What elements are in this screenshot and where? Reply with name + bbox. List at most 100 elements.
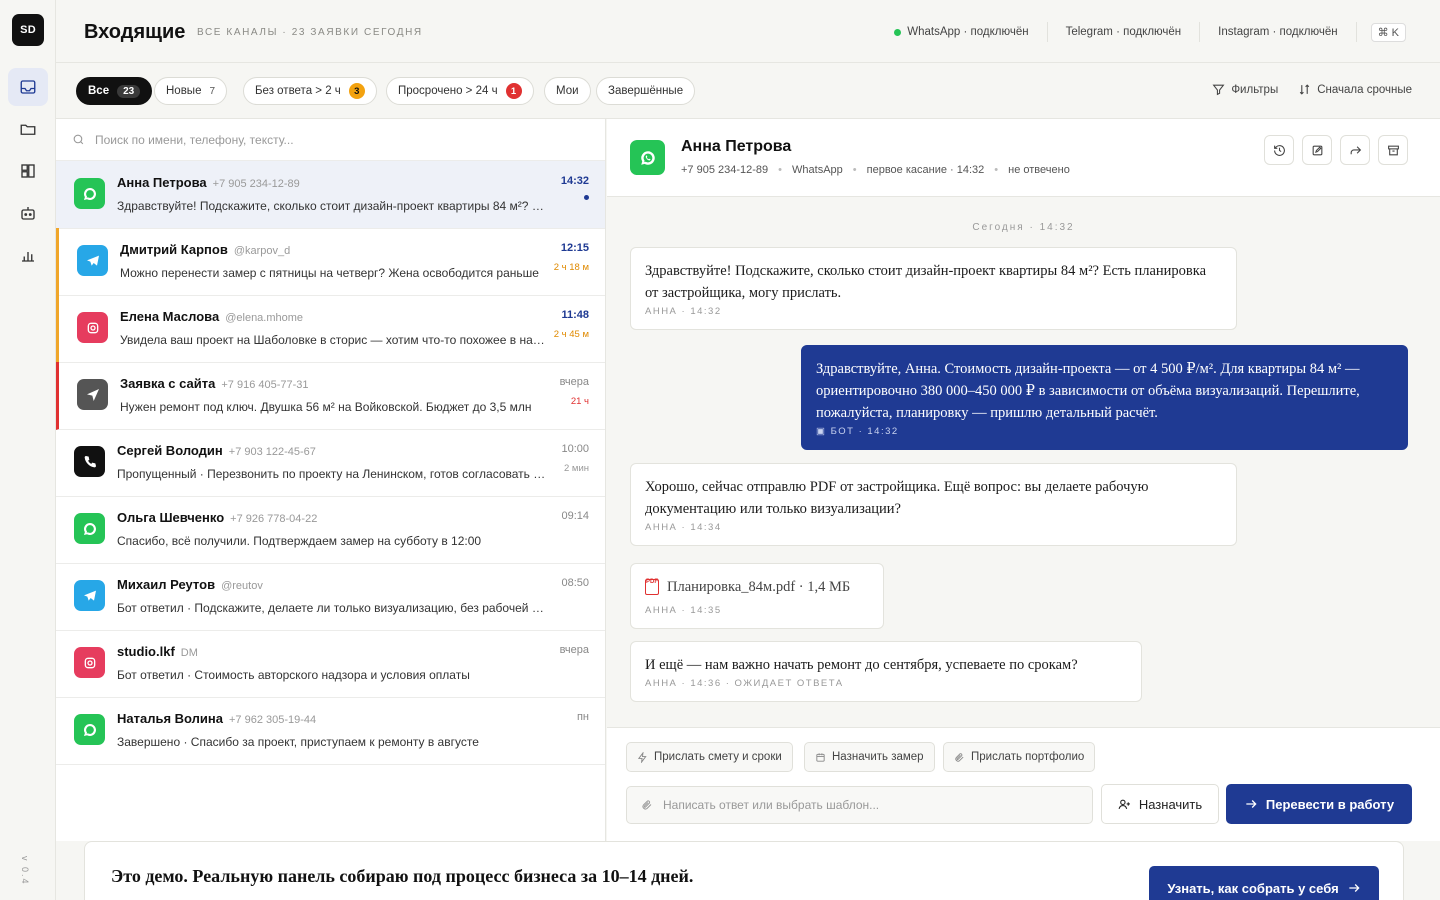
file-attachment[interactable]: PDF Планировка_84м.pdf · 1,4 МБ (645, 576, 869, 598)
demo-banner: Это демо. Реальную панель собираю под пр… (84, 841, 1404, 900)
template-portfolio-button[interactable]: Прислать портфолио (943, 742, 1096, 772)
note-button[interactable] (1302, 135, 1332, 165)
message-preview: Увидела ваш проект на Шаболовке в сторис… (120, 333, 552, 347)
message-time: 11:48 (561, 309, 589, 321)
instagram-icon (85, 320, 101, 336)
contact-name-line: Елена Маслова @elena.mhome (120, 309, 303, 324)
contact-name: Ольга Шевченко (117, 510, 225, 525)
reply-placeholder: Написать ответ или выбрать шаблон... (663, 798, 880, 812)
filter-unanswered[interactable]: Без ответа > 2 ч 3 (243, 77, 377, 105)
assign-label: Назначить (1138, 796, 1203, 812)
online-dot-icon (894, 28, 902, 36)
filter-all[interactable]: Все 23 (76, 77, 153, 105)
separator: • (778, 164, 783, 176)
channel-avatar (74, 446, 105, 477)
channel-avatar (74, 714, 105, 745)
chart-icon (22, 252, 34, 262)
incoming-message: И ещё — нам важно начать ремонт до сентя… (630, 641, 1142, 702)
message-time: 14:32 (560, 175, 589, 187)
message-time: 09:14 (561, 510, 589, 522)
filter-completed[interactable]: Завершённые (596, 77, 696, 105)
message-meta-text: Бот · 14:32 (830, 426, 899, 437)
inbox-nav-button[interactable] (8, 68, 48, 106)
contact-name: Михаил Реутов (117, 577, 216, 592)
conversation-row[interactable]: Заявка с сайта +7 916 405-77-31 Нужен ремо… (56, 362, 605, 430)
message-preview: Бот ответил · Подскажите, делаете ли тол… (117, 601, 549, 615)
incoming-message: Хорошо, сейчас отправлю PDF от застройщи… (630, 463, 1237, 546)
message-text: Здравствуйте, Анна. Стоимость дизайн-про… (816, 361, 1360, 421)
history-button[interactable] (1264, 135, 1294, 165)
message-time: вчера (559, 376, 589, 388)
message-meta: Анна · 14:32 (645, 306, 722, 317)
template-estimate-button[interactable]: Прислать смету и сроки (626, 742, 793, 772)
contact-handle: DM (180, 647, 198, 659)
channel-telegram[interactable]: Telegram · подключён (1048, 22, 1201, 42)
filters-label: Фильтры (1231, 83, 1279, 96)
chip-label: Завершённые (608, 85, 684, 97)
contact-name-line: Наталья Волина +7 962 305-19-44 (117, 711, 316, 726)
conversation-row[interactable]: Елена Маслова @elena.mhome Увидела ваш про… (56, 295, 605, 363)
conversation-row[interactable]: Наталья Волина +7 962 305-19-44 Завершено … (56, 697, 605, 765)
folders-nav-button[interactable] (8, 110, 48, 148)
channel-instagram[interactable]: Instagram · подключён (1200, 22, 1357, 42)
assign-button[interactable]: Назначить (1101, 784, 1219, 824)
top-bar: Входящие Все каналы · 23 заявки сегодня … (56, 0, 1440, 63)
unread-dot (584, 195, 589, 200)
conversation-row[interactable]: Анна Петрова +7 905 234-12-89 Здравствуйте… (56, 161, 605, 229)
contact-name-line: Михаил Реутов @reutov (117, 577, 263, 592)
outgoing-message: Здравствуйте, Анна. Стоимость дизайн-про… (801, 345, 1408, 450)
whatsapp-icon (82, 722, 98, 738)
move-to-work-button[interactable]: Перевести в работу (1226, 784, 1412, 824)
template-measure-button[interactable]: Назначить замер (804, 742, 935, 772)
wait-time: 21 ч (570, 396, 589, 407)
conversation-row[interactable]: Ольга Шевченко +7 926 778-04-22 Спасибо, в… (56, 496, 605, 564)
banner-cta-button[interactable]: Узнать, как собрать у себя (1149, 866, 1379, 900)
forward-icon (1350, 145, 1361, 154)
version-label: v 0.4 (20, 856, 30, 886)
forward-button[interactable] (1340, 135, 1370, 165)
message-meta: Анна · 14:36 · ожидает ответа (645, 678, 844, 689)
wait-time: 2 мин (563, 463, 589, 474)
conversation-row[interactable]: Дмитрий Карпов @karpov_d Можно перенести з… (56, 228, 605, 296)
reply-input[interactable]: Написать ответ или выбрать шаблон... (626, 786, 1093, 824)
whatsapp-icon (640, 150, 655, 165)
whatsapp-icon (82, 521, 98, 537)
channel-label: Telegram · подключён (1065, 26, 1182, 38)
conversation-row[interactable]: studio.lkf DM Бот ответил · Стоимость авто… (56, 630, 605, 698)
chip-label: Просрочено > 24 ч (398, 85, 498, 97)
folder-icon (20, 124, 36, 135)
message-preview: Можно перенести замер с пятницы на четве… (120, 266, 539, 280)
filter-overdue[interactable]: Просрочено > 24 ч 1 (386, 77, 534, 105)
message-meta: ▣ Бот · 14:32 (816, 425, 1393, 439)
filters-button[interactable]: Фильтры (1212, 83, 1278, 96)
contact-name: Елена Маслова (120, 309, 220, 324)
file-message[interactable]: PDF Планировка_84м.pdf · 1,4 МБ Анна · 14… (630, 563, 884, 629)
telegram-icon (85, 253, 101, 269)
channel-label: WhatsApp · подключён (907, 26, 1029, 38)
sort-button[interactable]: Сначала срочные (1298, 83, 1412, 96)
page-title: Входящие (84, 21, 186, 43)
conversation-row[interactable]: Сергей Володин +7 903 122-45-67 Пропущенны… (56, 429, 605, 497)
whatsapp-icon (82, 186, 98, 202)
day-divider: Сегодня · 14:32 (972, 222, 1075, 233)
filter-new[interactable]: Новые 7 (154, 77, 228, 105)
analytics-nav-button[interactable] (8, 236, 48, 274)
message-preview: Бот ответил · Стоимость авторского надзо… (117, 668, 470, 682)
search-icon (73, 134, 84, 145)
channel-whatsapp[interactable]: WhatsApp · подключён (876, 22, 1048, 42)
filter-mine[interactable]: Мои (544, 77, 591, 105)
message-preview: Завершено · Спасибо за проект, приступае… (117, 735, 479, 749)
command-palette-shortcut[interactable]: ⌘ K (1370, 22, 1406, 42)
conversation-row[interactable]: Михаил Реутов @reutov Бот ответил · Подска… (56, 563, 605, 631)
contact-handle: +7 926 778-04-22 (230, 513, 318, 525)
channel-avatar (74, 178, 105, 209)
search-bar[interactable]: Поиск по имени, телефону, тексту... (56, 119, 605, 161)
filter-bar: Все 23 Новые 7 Без ответа > 2 ч 3 Просрочен… (56, 63, 1440, 119)
sort-icon (1300, 84, 1310, 95)
bot-nav-button[interactable] (8, 194, 48, 232)
search-input[interactable]: Поиск по имени, телефону, тексту... (95, 133, 294, 147)
brand-logo[interactable]: SD (12, 14, 44, 46)
template-label: Прислать смету и сроки (654, 751, 782, 763)
board-nav-button[interactable] (8, 152, 48, 190)
archive-button[interactable] (1378, 135, 1408, 165)
